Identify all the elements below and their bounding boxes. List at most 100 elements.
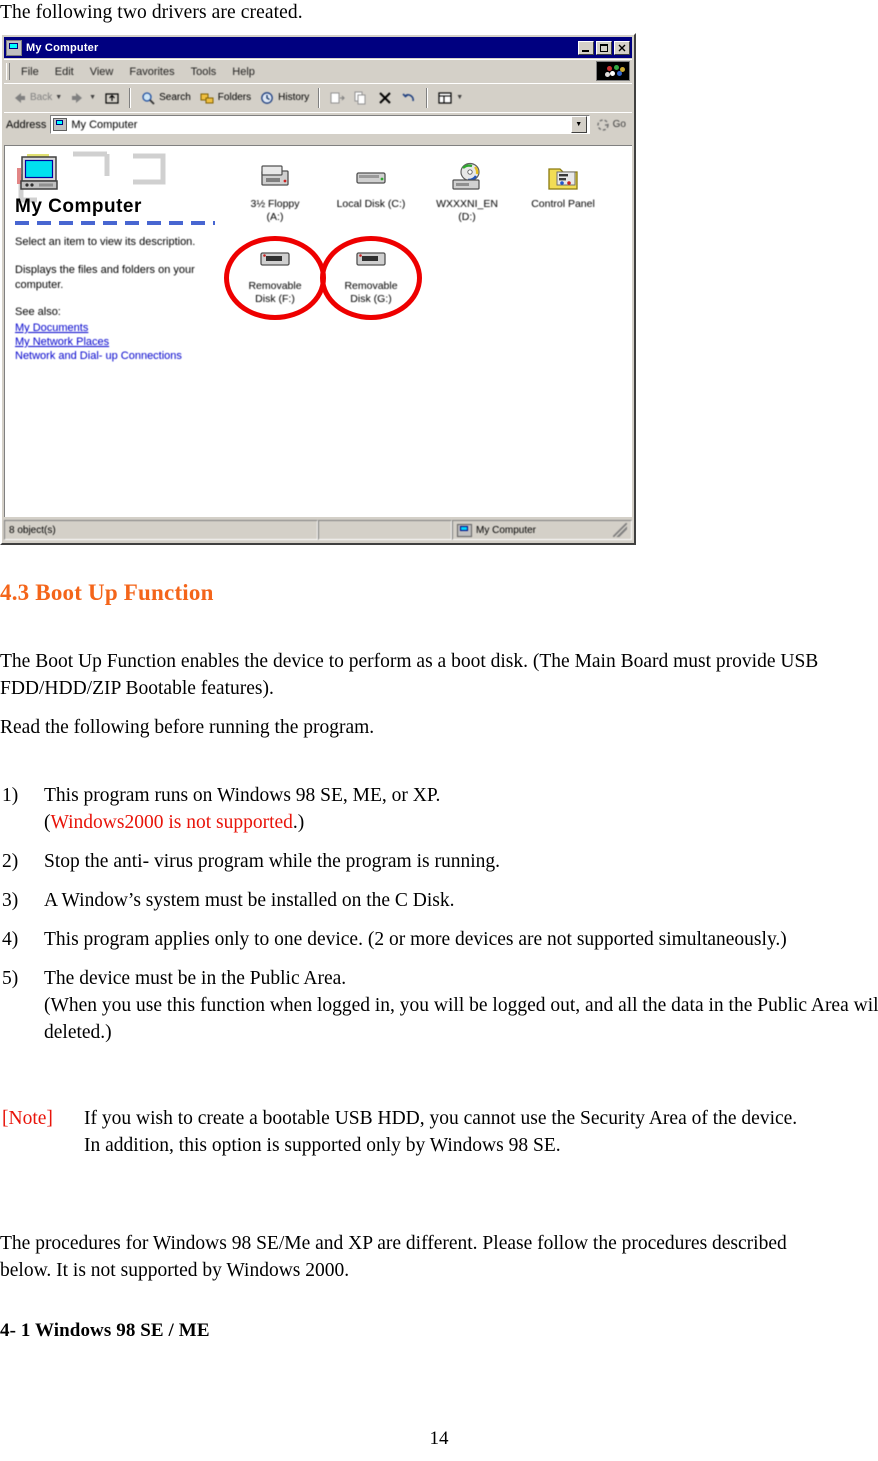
my-computer-window-screenshot: My Computer File Edit View Favorites Too… (0, 33, 636, 545)
drive-row-1: 3½ Floppy (A:) Local Disk (C:) WXXXNI_EN… (227, 156, 632, 224)
drive-label-line1: Local Disk (C:) (336, 198, 406, 210)
menu-item-file[interactable]: File (13, 64, 47, 80)
my-computer-banner: My Computer (13, 150, 217, 218)
control-panel-item[interactable]: Control Panel (515, 156, 611, 211)
toolbar-search-button[interactable]: Search (137, 88, 194, 108)
menu-grip[interactable] (6, 63, 10, 80)
search-icon (140, 90, 156, 106)
left-pane-description-2: Displays the files and folders on your c… (15, 264, 195, 291)
go-icon (596, 118, 610, 132)
menu-item-favorites[interactable]: Favorites (121, 64, 182, 80)
list-item-number: 5) (2, 968, 19, 989)
toolbar-history-button[interactable]: History (256, 88, 312, 108)
address-input[interactable]: My Computer ▼ (50, 115, 590, 134)
list-item-number: 1) (2, 785, 19, 806)
toolbar-back-button[interactable]: Back ▼ (8, 88, 65, 108)
my-computer-small-icon (457, 523, 472, 537)
delete-icon (377, 90, 393, 106)
note-line-2: In addition, this option is supported on… (84, 1135, 561, 1156)
banner-title: My Computer (15, 196, 142, 217)
paragraph-3: The procedures for Windows 98 SE/Me and … (0, 1233, 787, 1281)
drive-floppy-a[interactable]: 3½ Floppy (A:) (227, 156, 323, 224)
toolbar-folders-button[interactable]: Folders (196, 88, 254, 108)
removable-disk-icon (353, 244, 389, 276)
toolbar-forward-button[interactable]: ▼ (67, 88, 99, 108)
drive-label-line1: Control Panel (531, 198, 595, 210)
paragraph-1: The Boot Up Function enables the device … (0, 651, 819, 699)
list-item-number: 4) (2, 929, 19, 950)
drive-label-line2: (D:) (458, 211, 476, 223)
list-item: 5) The device must be in the Public Area… (0, 965, 878, 1046)
link-my-documents[interactable]: My Documents (15, 322, 217, 334)
toolbar-move-to-button[interactable] (326, 88, 348, 108)
close-button[interactable] (614, 40, 630, 55)
menu-item-help[interactable]: Help (224, 64, 263, 80)
go-label: Go (612, 119, 626, 130)
drive-local-disk-c[interactable]: Local Disk (C:) (323, 156, 419, 211)
toolbar-separator (129, 87, 132, 108)
menu-item-edit[interactable]: Edit (47, 64, 82, 80)
resize-grip-icon[interactable] (613, 523, 627, 537)
copy-to-icon (353, 90, 369, 106)
control-panel-icon (545, 162, 581, 194)
undo-icon (401, 90, 417, 106)
menu-item-tools[interactable]: Tools (183, 64, 225, 80)
toolbar-up-button[interactable] (101, 88, 123, 108)
drive-cd-rom-d[interactable]: WXXXNI_EN (D:) (419, 156, 515, 224)
list-item: 1) This program runs on Windows 98 SE, M… (0, 782, 878, 836)
my-computer-icon (6, 39, 22, 56)
toolbar-copy-to-button[interactable] (350, 88, 372, 108)
subsection-heading-4-1: 4- 1 Windows 98 SE / ME (0, 1320, 210, 1341)
document-page: The following two drivers are created. M… (0, 0, 878, 1461)
chevron-down-icon[interactable]: ▼ (89, 94, 96, 101)
status-computer: My Computer (452, 520, 632, 540)
drive-removable-g[interactable]: Removable Disk (G:) (320, 236, 422, 320)
list-item-text: A Window’s system must be installed on t… (44, 890, 455, 911)
go-button[interactable]: Go (590, 118, 632, 132)
minimize-button[interactable] (578, 40, 594, 55)
list-item-text: Stop the anti- virus program while the p… (44, 851, 501, 872)
window-title: My Computer (26, 41, 99, 54)
intro-line: The following two drivers are created. (0, 2, 303, 23)
see-also-label: See also: (15, 306, 61, 318)
explorer-content: My Computer Select an item to view its d… (4, 145, 632, 517)
forward-arrow-icon (70, 90, 86, 106)
toolbar-delete-button[interactable] (374, 88, 396, 108)
toolbar-separator (318, 87, 321, 108)
chevron-down-icon[interactable]: ▼ (55, 94, 62, 101)
folders-icon (199, 90, 215, 106)
drive-label-line2: (A:) (266, 211, 284, 223)
floppy-drive-icon (257, 162, 293, 194)
link-network-dialup-connections[interactable]: Network and Dial- up Connections (15, 350, 217, 362)
note-line-1: If you wish to create a bootable USB HDD… (84, 1108, 798, 1129)
up-folder-icon (104, 90, 120, 106)
link-my-network-places[interactable]: My Network Places (15, 336, 217, 348)
requirements-list: 1) This program runs on Windows 98 SE, M… (0, 782, 878, 1058)
toolbar-views-button[interactable]: ▼ (434, 88, 466, 108)
hard-disk-icon (353, 162, 389, 194)
drive-row-2: Removable Disk (F:) Removable Disk (G:) (224, 236, 632, 320)
menu-item-view[interactable]: View (82, 64, 122, 80)
note-block: [Note] If you wish to create a bootable … (0, 1105, 878, 1159)
page-number: 14 (429, 1428, 449, 1449)
drive-removable-f[interactable]: Removable Disk (F:) (224, 236, 326, 320)
list-item: 2) Stop the anti- virus program while th… (0, 848, 878, 875)
move-to-icon (329, 90, 346, 106)
cd-drive-icon (449, 162, 485, 194)
explorer-left-pane: My Computer Select an item to view its d… (5, 146, 227, 517)
status-objects: 8 object(s) (4, 520, 318, 540)
list-item-warning-text: Windows2000 is not supported (50, 812, 293, 833)
maximize-button[interactable] (596, 40, 612, 55)
drive-label-line2: Disk (G:) (350, 293, 392, 305)
list-item-paren-close: .) (292, 812, 305, 833)
chevron-down-icon[interactable]: ▼ (456, 94, 463, 101)
paragraph-2: Read the following before running the pr… (0, 717, 375, 738)
views-icon (437, 90, 453, 106)
list-item-text: This program applies only to one device.… (44, 929, 787, 950)
explorer-right-pane: 3½ Floppy (A:) Local Disk (C:) WXXXNI_EN… (224, 146, 632, 517)
list-item: 4) This program applies only to one devi… (0, 926, 878, 953)
toolbar-undo-button[interactable] (398, 88, 420, 108)
address-dropdown-button[interactable]: ▼ (570, 116, 587, 133)
toolbar-folders-label: Folders (217, 92, 252, 103)
drive-label-line1: 3½ Floppy (250, 198, 300, 210)
